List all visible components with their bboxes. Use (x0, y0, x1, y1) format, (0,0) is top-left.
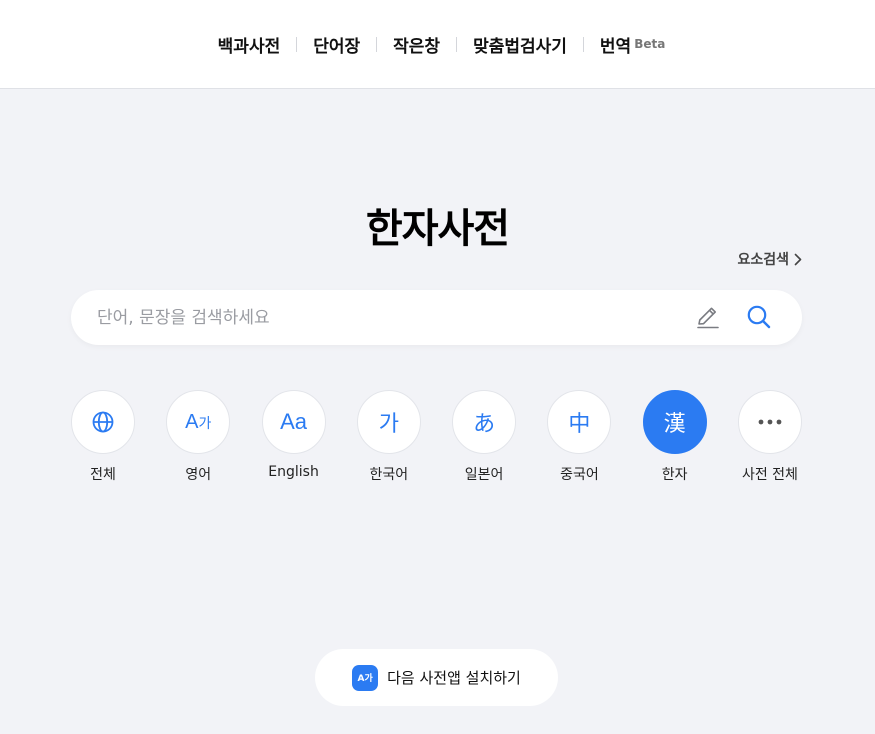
element-search-link[interactable]: 요소검색 (737, 249, 802, 269)
category-label: 한자 (661, 467, 688, 483)
top-nav: 백과사전 단어장 작은창 맞춤법검사기 번역 Beta (0, 0, 875, 89)
category-label: 전체 (90, 467, 116, 483)
category-english-button[interactable]: Aa (261, 390, 326, 454)
category-english-korean[interactable]: A가 영어 (166, 390, 231, 484)
nav-divider (582, 36, 584, 52)
category-korean-button[interactable]: 가 (356, 390, 421, 454)
category-label: 일본어 (464, 467, 504, 483)
more-icon (758, 419, 782, 425)
category-label: 중국어 (560, 467, 599, 483)
category-hanja[interactable]: 漢 한자 (642, 390, 707, 484)
chevron-right-icon (794, 253, 802, 265)
nav-item-encyclopedia[interactable]: 백과사전 (218, 32, 281, 57)
pen-icon (697, 307, 719, 329)
element-search-label: 요소검색 (737, 252, 789, 268)
category-label: 한국어 (369, 467, 409, 483)
search-bar (71, 290, 802, 345)
category-all-dictionaries[interactable]: 사전 전체 (737, 390, 802, 484)
zhong-icon: 中 (568, 412, 591, 437)
category-hanja-button[interactable]: 漢 (642, 390, 707, 454)
nav-item-translate[interactable]: 번역 Beta (600, 32, 665, 57)
dictionary-app-icon: A가 (352, 664, 379, 691)
search-input[interactable] (97, 302, 677, 333)
a-ga-icon: A가 (185, 410, 212, 433)
nav-divider (376, 36, 378, 52)
search-button[interactable] (745, 303, 773, 335)
nav-item-wordbook[interactable]: 단어장 (313, 32, 360, 57)
nav-item-small-window[interactable]: 작은창 (393, 32, 440, 57)
hiragana-a-icon: あ (473, 412, 496, 437)
category-label: English (268, 464, 319, 480)
nav-item-translate-label: 번역 (599, 36, 632, 57)
install-app-button[interactable]: A가 다음 사전앱 설치하기 (315, 649, 558, 706)
ga-icon: 가 (378, 412, 399, 437)
install-app-label: 다음 사전앱 설치하기 (387, 669, 521, 687)
category-english[interactable]: Aa English (261, 390, 326, 484)
category-japanese[interactable]: あ 일본어 (452, 390, 517, 484)
nav-item-spell-checker[interactable]: 맞춤법검사기 (473, 32, 567, 57)
category-japanese-button[interactable]: あ (452, 390, 517, 454)
category-english-korean-button[interactable]: A가 (166, 390, 231, 454)
category-chinese-button[interactable]: 中 (547, 390, 612, 454)
nav-divider (296, 36, 298, 52)
category-all-button[interactable] (71, 390, 135, 454)
search-icon (747, 305, 771, 329)
han-icon: 漢 (663, 412, 686, 437)
handwriting-button[interactable] (694, 303, 722, 335)
globe-icon (92, 411, 114, 433)
nav-divider (456, 36, 458, 52)
page-title: 한자사전 (365, 206, 510, 252)
aa-icon: Aa (280, 409, 308, 434)
category-label: 사전 전체 (741, 467, 798, 483)
beta-badge: Beta (634, 36, 666, 51)
dictionary-categories: 전체 A가 영어 Aa English 가 한국어 あ 일본어 中 중국어 漢 (71, 390, 802, 484)
category-all[interactable]: 전체 (71, 390, 135, 484)
category-korean[interactable]: 가 한국어 (356, 390, 421, 484)
category-all-dictionaries-button[interactable] (737, 390, 802, 454)
nav-list: 백과사전 단어장 작은창 맞춤법검사기 번역 Beta (218, 32, 665, 57)
category-label: 영어 (185, 467, 212, 483)
category-chinese[interactable]: 中 중국어 (547, 390, 612, 484)
